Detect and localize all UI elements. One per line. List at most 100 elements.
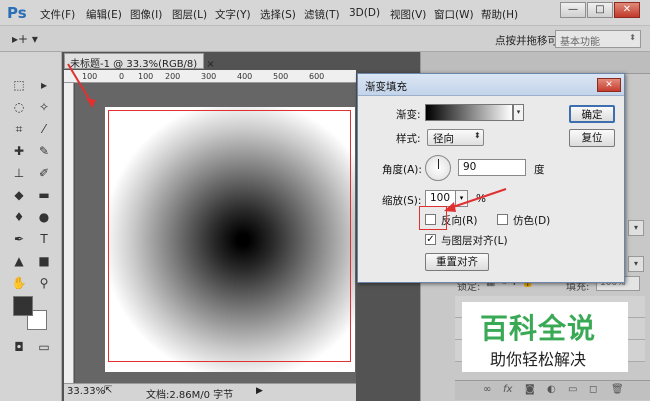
ruler-tick: 400	[237, 72, 253, 81]
horizontal-ruler: 100 0 100 200 300 400 500 600	[64, 70, 356, 83]
vertical-ruler	[64, 83, 74, 383]
select-arrow-icon: ⬍	[629, 33, 636, 42]
history-brush-icon[interactable]: ✐	[34, 164, 54, 182]
minimize-button[interactable]: —	[560, 2, 586, 18]
options-hint: 点按并拖移可	[495, 35, 558, 47]
align-with-layer-checkbox[interactable]: ✓	[425, 234, 436, 245]
dialog-title-bar[interactable]: 渐变填充 ✕	[358, 74, 624, 96]
ruler-tick: 200	[165, 72, 181, 81]
reset-button[interactable]: 复位	[569, 129, 615, 147]
canvas-highlight-frame	[108, 110, 351, 362]
ruler-tick: 500	[273, 72, 289, 81]
zoom-level[interactable]: 33.33%	[67, 386, 105, 397]
move-tool-icon[interactable]: ▸	[34, 76, 54, 94]
status-menu-arrow-icon[interactable]: ▶	[256, 386, 263, 396]
menu-file[interactable]: 文件(F)	[40, 7, 75, 22]
angle-dial[interactable]	[425, 155, 451, 181]
gradient-dropdown-icon[interactable]: ▾	[513, 104, 524, 121]
watermark-sub-text: 助你轻松解决	[490, 350, 587, 369]
align-with-layer-label[interactable]: 与图层对齐(L)	[441, 233, 508, 248]
style-label: 样式:	[396, 133, 421, 145]
ruler-tick: 300	[201, 72, 217, 81]
scale-label: 缩放(S):	[382, 195, 422, 207]
ruler-tick: 0	[119, 72, 125, 81]
ruler-tick: 600	[309, 72, 325, 81]
lasso-tool-icon[interactable]: ◌	[9, 98, 29, 116]
maximize-button[interactable]: □	[587, 2, 613, 18]
dialog-title: 渐变填充	[365, 81, 407, 93]
angle-unit: 度	[534, 164, 545, 176]
new-layer-icon[interactable]: ◻	[589, 384, 597, 395]
tools-panel: ⬚ ▸ ◌ ✧ ⌗ ⁄ ✚ ✎ ⊥ ✐ ◆ ▬ ♦ ● ✒ T ▲ ■ ✋ ⚲ …	[0, 52, 62, 401]
dialog-close-button[interactable]: ✕	[597, 78, 621, 92]
menu-3d[interactable]: 3D(D)	[349, 7, 380, 19]
dither-label[interactable]: 仿色(D)	[513, 213, 550, 228]
stamp-tool-icon[interactable]: ⊥	[9, 164, 29, 182]
screen-mode-icon[interactable]: ▭	[34, 338, 54, 356]
text-tool-icon[interactable]: T	[34, 230, 54, 248]
path-select-icon[interactable]: ▲	[9, 252, 29, 270]
gradient-fill-dialog: 渐变填充 ✕ 渐变: ▾ 确定 复位 样式: 径向 ⬍ 角度(A): 90 度 …	[357, 73, 625, 283]
new-group-icon[interactable]: ▭	[568, 384, 577, 395]
ok-button[interactable]: 确定	[569, 105, 615, 123]
menu-edit[interactable]: 编辑(E)	[86, 7, 122, 22]
eyedropper-icon[interactable]: ⁄	[34, 120, 54, 138]
annotation-arrow-icon	[67, 63, 96, 108]
link-layers-icon[interactable]: ∞	[483, 384, 491, 395]
pen-tool-icon[interactable]: ✒	[9, 230, 29, 248]
dodge-tool-icon[interactable]: ●	[34, 208, 54, 226]
workspace-select-label: 基本功能	[560, 37, 600, 48]
brush-tool-icon[interactable]: ✎	[34, 142, 54, 160]
menu-select[interactable]: 选择(S)	[260, 7, 296, 22]
magic-wand-icon[interactable]: ✧	[34, 98, 54, 116]
foreground-color-swatch[interactable]	[13, 296, 33, 316]
document-size-info: 文档:2.86M/0 字节	[146, 390, 234, 401]
style-select-value: 径向	[433, 133, 454, 145]
window-close-button[interactable]: ✕	[614, 2, 640, 18]
delete-layer-icon[interactable]: 🗑	[611, 384, 624, 395]
marquee-tool-icon[interactable]: ⬚	[9, 76, 29, 94]
watermark: 百科全说 助你轻松解决	[462, 302, 628, 372]
workspace-select[interactable]: 基本功能 ⬍	[555, 30, 641, 48]
menu-filter[interactable]: 滤镜(T)	[304, 7, 340, 22]
adjustment-layer-icon[interactable]: ◐	[547, 384, 556, 395]
menu-image[interactable]: 图像(I)	[130, 7, 162, 22]
export-icon[interactable]: ⇱	[104, 385, 112, 396]
menu-window[interactable]: 窗口(W)	[434, 7, 474, 22]
menu-help[interactable]: 帮助(H)	[481, 7, 518, 22]
ruler-tick: 100	[138, 72, 154, 81]
shape-tool-icon[interactable]: ■	[34, 252, 54, 270]
gradient-tool-icon[interactable]: ▬	[34, 186, 54, 204]
eraser-tool-icon[interactable]: ◆	[9, 186, 29, 204]
annotation-arrow-icon	[444, 188, 507, 212]
blur-tool-icon[interactable]: ♦	[9, 208, 29, 226]
panel-dropdown-icon[interactable]: ▾	[628, 256, 644, 272]
menu-type[interactable]: 文字(Y)	[215, 7, 251, 22]
panel-tab-row	[421, 52, 650, 74]
photoshop-logo: Ps	[7, 4, 27, 22]
layer-mask-icon[interactable]: ◙	[525, 384, 535, 395]
crop-tool-icon[interactable]: ⌗	[9, 120, 29, 138]
status-bar: 33.33% ⇱ 文档:2.86M/0 字节 ▶	[64, 383, 356, 401]
menu-bar: Ps 文件(F) 编辑(E) 图像(I) 图层(L) 文字(Y) 选择(S) 滤…	[0, 0, 650, 26]
document-tab-close-icon[interactable]: ×	[206, 59, 214, 70]
layer-style-icon[interactable]: fx	[503, 384, 512, 395]
panel-scroll-arrow-icon[interactable]: ▾	[628, 220, 644, 236]
gradient-label: 渐变:	[396, 109, 421, 121]
angle-input[interactable]: 90	[458, 159, 526, 176]
angle-label: 角度(A):	[382, 164, 422, 176]
healing-brush-icon[interactable]: ✚	[9, 142, 29, 160]
menu-view[interactable]: 视图(V)	[390, 7, 426, 22]
watermark-main-text: 百科全说	[480, 312, 597, 345]
layers-panel-footer: ∞ fx ◙ ◐ ▭ ◻ 🗑	[455, 380, 650, 400]
zoom-tool-icon[interactable]: ⚲	[34, 274, 54, 292]
reset-align-button[interactable]: 重置对齐	[425, 253, 489, 271]
angle-value: 90	[463, 161, 477, 173]
quick-mask-icon[interactable]: ◘	[9, 338, 29, 356]
options-bar: ▸+ ▾ 点按并拖移可 基本功能 ⬍	[0, 26, 650, 52]
style-select-arrow-icon: ⬍	[474, 131, 481, 140]
gradient-swatch[interactable]	[425, 104, 513, 121]
hand-tool-icon[interactable]: ✋	[9, 274, 29, 292]
move-tool-icon[interactable]: ▸+ ▾	[12, 32, 38, 46]
menu-layer[interactable]: 图层(L)	[172, 7, 207, 22]
